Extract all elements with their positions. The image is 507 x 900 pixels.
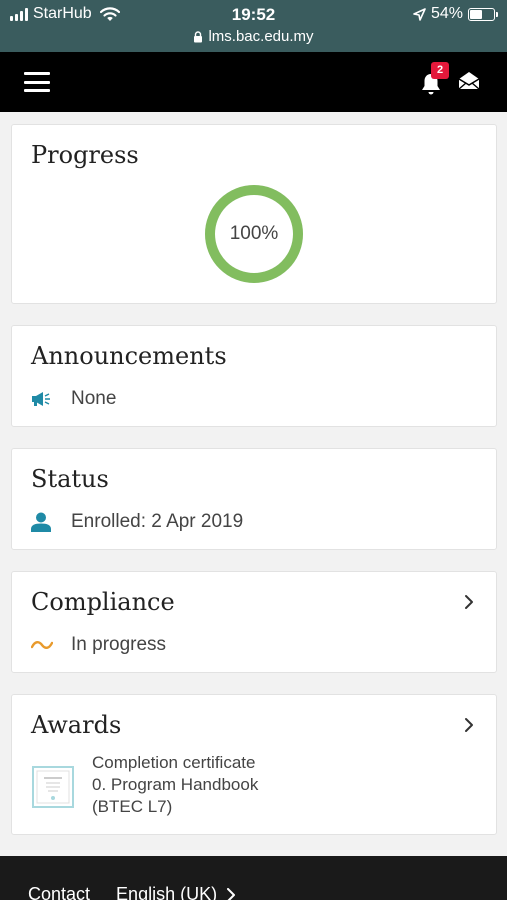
- awards-card[interactable]: Awards Completion certificate 0. Program…: [11, 694, 497, 835]
- language-selector[interactable]: English (UK): [116, 884, 236, 900]
- award-line-1: Completion certificate: [92, 753, 256, 772]
- award-line-2: 0. Program Handbook: [92, 775, 259, 794]
- announcements-value: None: [71, 388, 117, 409]
- chevron-right-icon[interactable]: [464, 717, 474, 733]
- lock-icon: [194, 30, 203, 42]
- announcements-line: None: [31, 388, 116, 410]
- compliance-card[interactable]: Compliance In progress: [11, 571, 497, 673]
- progress-card: Progress 100%: [11, 124, 497, 304]
- awards-title: Awards: [31, 711, 122, 739]
- hamburger-line: [24, 89, 50, 92]
- language-label: English (UK): [116, 884, 218, 900]
- award-text[interactable]: Completion certificate 0. Program Handbo…: [92, 752, 258, 818]
- menu-button[interactable]: [24, 72, 50, 92]
- announcements-card: Announcements None: [11, 325, 497, 427]
- footer: Contact English (UK): [0, 856, 507, 900]
- progress-ring: 100%: [204, 184, 304, 284]
- top-navbar: [0, 52, 507, 112]
- compliance-title: Compliance: [31, 588, 175, 616]
- footer-links: Contact English (UK): [28, 884, 236, 900]
- chevron-right-icon[interactable]: [464, 594, 474, 610]
- location-arrow-icon: [413, 7, 426, 21]
- status-bar: StarHub 19:52 54% lms.bac.edu.my: [0, 0, 507, 52]
- url-bar[interactable]: lms.bac.edu.my: [0, 28, 507, 45]
- status-value: Enrolled: 2 Apr 2019: [71, 511, 244, 532]
- announcements-title: Announcements: [31, 342, 227, 370]
- certificate-icon: [32, 766, 74, 808]
- compliance-value: In progress: [71, 634, 167, 655]
- messages-icon[interactable]: [457, 71, 481, 91]
- user-icon: [31, 512, 51, 532]
- contact-link[interactable]: Contact: [28, 884, 90, 900]
- hamburger-line: [24, 72, 50, 75]
- award-line-3: (BTEC L7): [92, 797, 173, 816]
- hamburger-line: [24, 80, 50, 84]
- progress-title: Progress: [31, 141, 139, 169]
- notification-badge: 2: [431, 62, 449, 79]
- battery-fill: [470, 9, 483, 19]
- chevron-right-icon: [227, 887, 236, 900]
- megaphone-icon: [32, 392, 50, 406]
- tilde-icon: [31, 641, 53, 649]
- status-card: Status Enrolled: 2 Apr 2019: [11, 448, 497, 550]
- progress-percent: 100%: [229, 223, 279, 244]
- status-title: Status: [31, 465, 109, 493]
- status-bar-right: 54%: [413, 5, 498, 23]
- compliance-line: In progress: [31, 634, 166, 656]
- battery-percent: 54%: [430, 5, 463, 22]
- status-line: Enrolled: 2 Apr 2019: [31, 511, 243, 533]
- url-text: lms.bac.edu.my: [208, 28, 314, 45]
- battery-icon: [468, 7, 498, 21]
